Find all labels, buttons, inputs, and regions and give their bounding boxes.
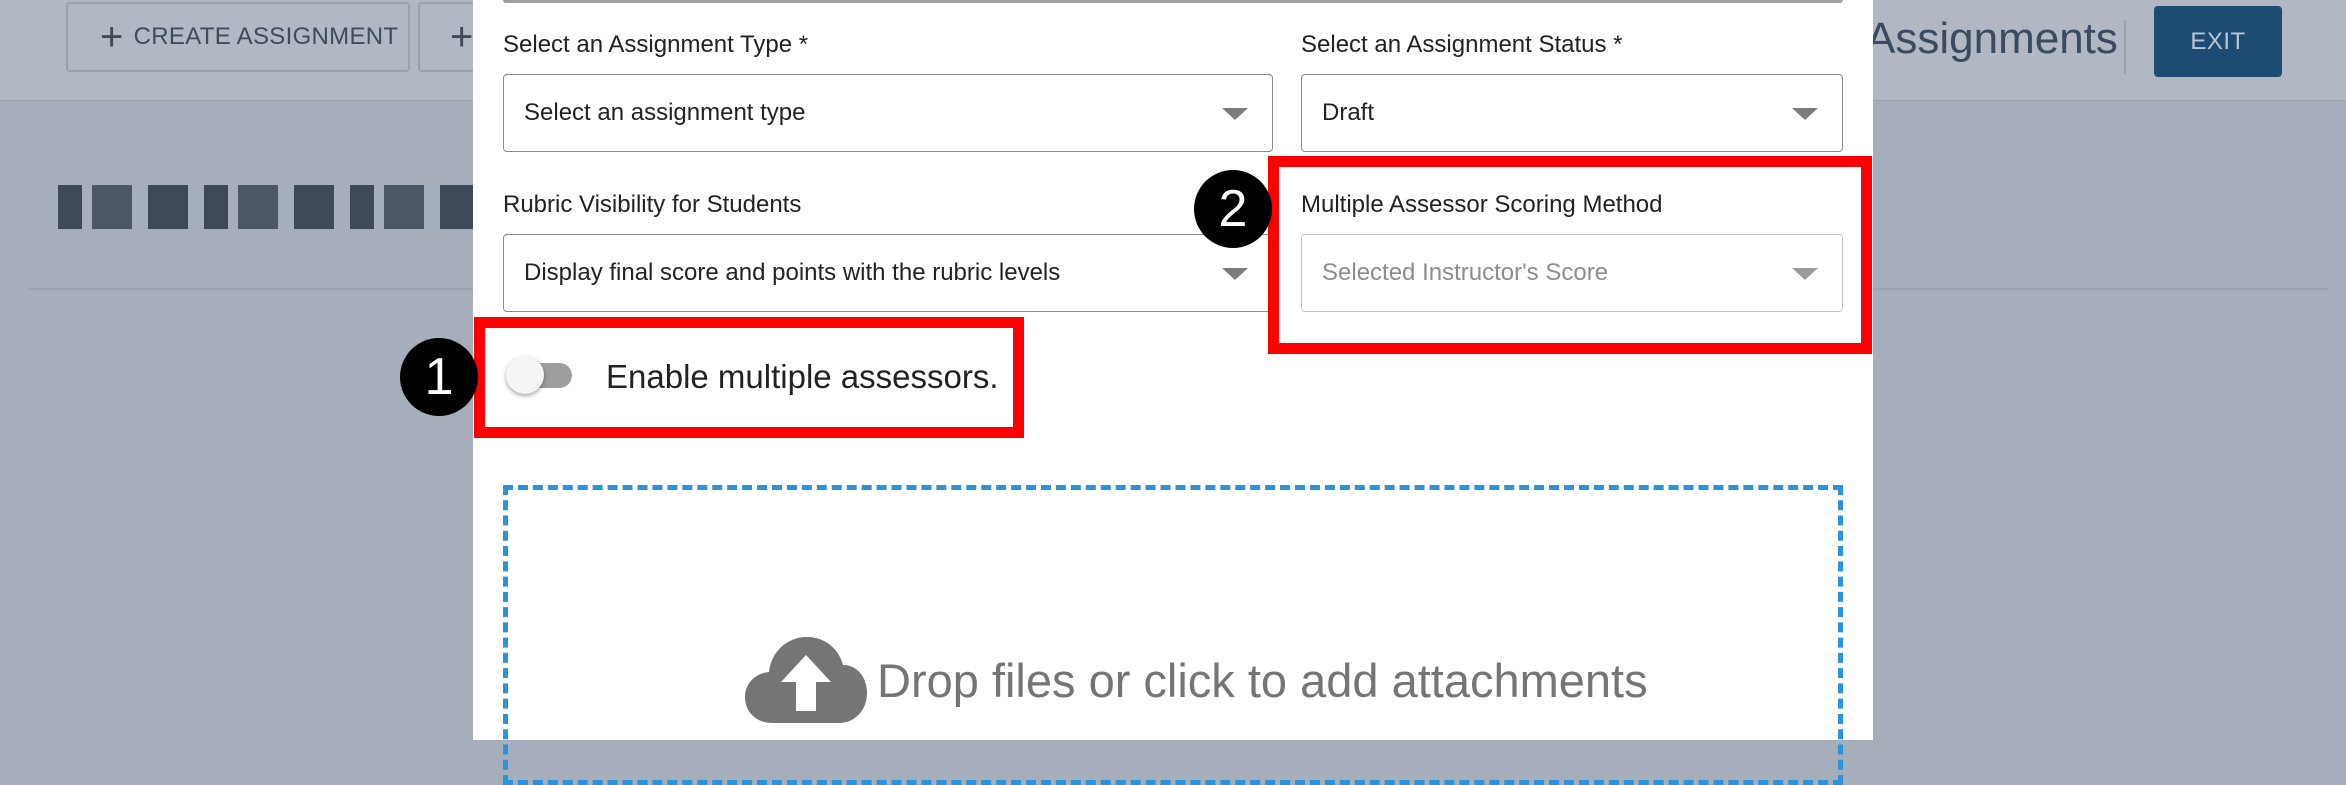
cloud-upload-icon: [745, 637, 867, 723]
toolbar-divider: [2124, 20, 2126, 74]
assignment-status-label: Select an Assignment Status *: [1301, 31, 1623, 58]
page-title: Assignments: [1866, 14, 2118, 63]
assignment-type-select[interactable]: Select an assignment type: [503, 74, 1273, 152]
plus-icon: +: [100, 15, 124, 59]
dropzone-text: Drop files or click to add attachments: [877, 653, 1648, 707]
assignment-type-label: Select an Assignment Type *: [503, 31, 809, 58]
chevron-down-icon: [1222, 108, 1248, 120]
rubric-visibility-label: Rubric Visibility for Students: [503, 191, 802, 218]
assignment-status-value: Draft: [1322, 99, 1375, 126]
modal-top-input-edge: [503, 0, 1843, 3]
redacted-course-title: [58, 185, 478, 229]
highlight-box-scoring-method: [1268, 156, 1872, 354]
rubric-visibility-select[interactable]: Display final score and points with the …: [503, 234, 1273, 312]
assignment-status-select[interactable]: Draft: [1301, 74, 1843, 152]
dropzone-content: Drop files or click to add attachments: [745, 635, 1648, 725]
chevron-down-icon: [1792, 108, 1818, 120]
callout-badge-2: 2: [1194, 170, 1272, 248]
create-assignment-button[interactable]: + CREATE ASSIGNMENT: [66, 2, 410, 72]
plus-icon: +: [450, 15, 474, 59]
chevron-down-icon: [1222, 268, 1248, 280]
create-assignment-label: CREATE ASSIGNMENT: [133, 23, 399, 50]
callout-badge-1: 1: [400, 338, 478, 416]
highlight-box-toggle: [474, 317, 1024, 438]
assignment-type-value: Select an assignment type: [524, 99, 806, 126]
exit-button[interactable]: EXIT: [2154, 6, 2282, 77]
attachment-dropzone[interactable]: Drop files or click to add attachments: [503, 485, 1843, 785]
rubric-visibility-value: Display final score and points with the …: [524, 259, 1061, 286]
